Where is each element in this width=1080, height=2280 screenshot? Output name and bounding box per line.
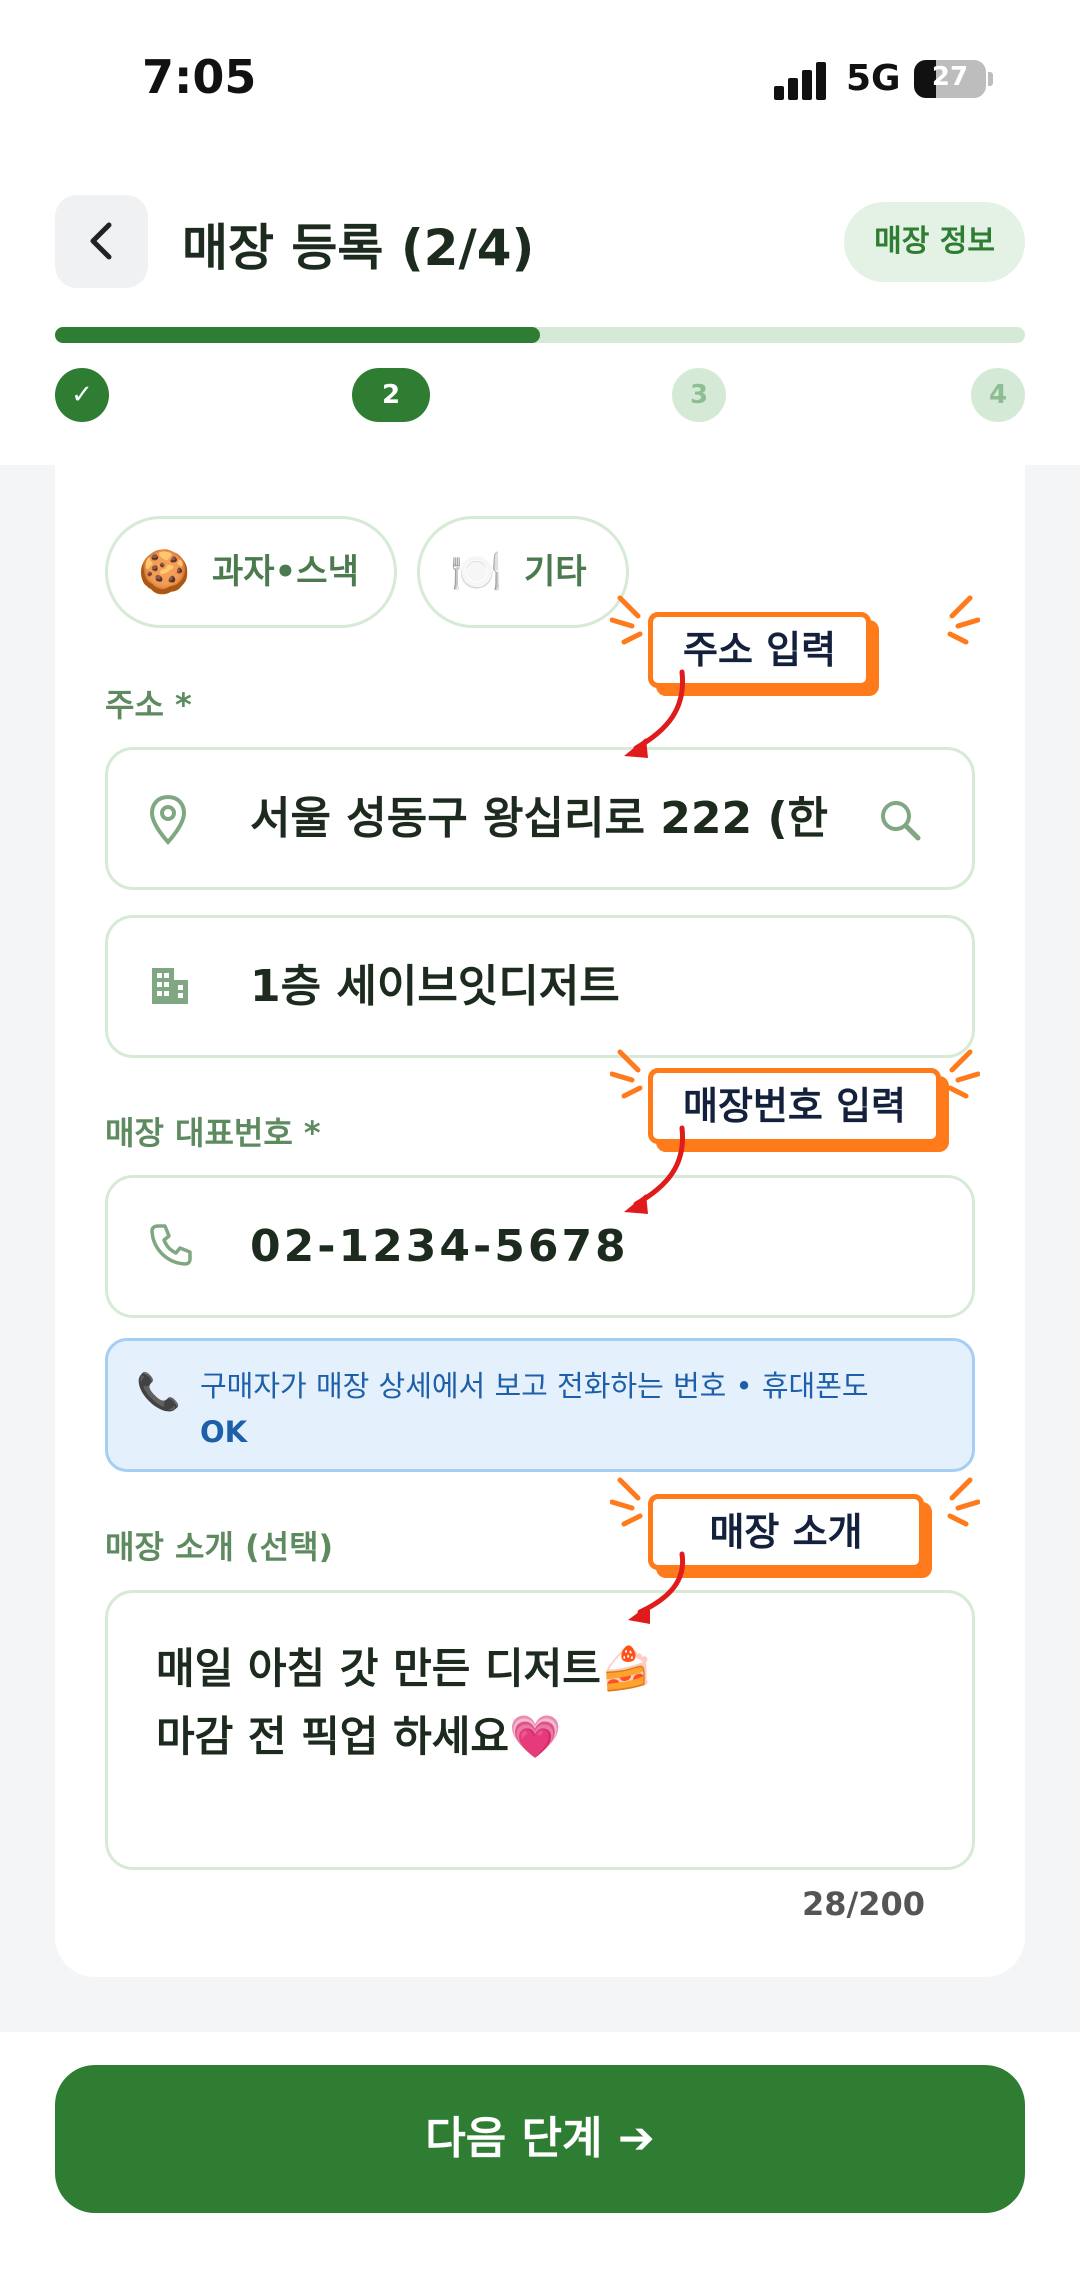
intro-line-2: 마감 전 픽업 하세요💗 [156, 1712, 562, 1761]
progress-fill [55, 327, 540, 343]
network-label: 5G [846, 58, 901, 99]
search-icon[interactable] [878, 798, 922, 842]
hint-message: 구매자가 매장 상세에서 보고 전화하는 번호 • 휴대폰도 [200, 1369, 869, 1403]
category-label: 과자•스낵 [212, 552, 359, 592]
step-2-active: 2 [352, 368, 430, 422]
arrow-phone [624, 1125, 686, 1214]
category-label: 기타 [524, 552, 587, 592]
back-button[interactable] [55, 195, 148, 288]
address-detail-value: 1층 세이브잇디저트 [250, 961, 620, 1012]
bottom-bar: 다음 단계 ➔ [0, 2032, 1080, 2280]
step-4: 4 [971, 368, 1025, 422]
next-step-button[interactable]: 다음 단계 ➔ [55, 2065, 1025, 2213]
telephone-icon: 📞 [136, 1372, 181, 1413]
battery-icon: 27 [914, 60, 986, 98]
address-detail-input[interactable]: 1층 세이브잇디저트 [105, 915, 975, 1058]
category-chip-snack[interactable]: 🍪 과자•스낵 [105, 516, 397, 628]
phone-label: 매장 대표번호 * [105, 1114, 321, 1152]
arrow-intro [628, 1551, 686, 1624]
battery-level: 27 [931, 62, 969, 92]
phone-icon [150, 1224, 192, 1266]
phone-hint: 📞 구매자가 매장 상세에서 보고 전화하는 번호 • 휴대폰도 OK [105, 1338, 975, 1472]
cookie-icon: 🍪 [138, 547, 191, 596]
intro-line-1: 매일 아침 갓 만든 디저트🍰 [156, 1644, 654, 1693]
signal-icon [774, 60, 830, 100]
progress-bar [55, 327, 1025, 343]
arrow-address [624, 669, 686, 758]
status-time: 7:05 [142, 50, 257, 104]
step-3: 3 [672, 368, 726, 422]
store-info-pill[interactable]: 매장 정보 [844, 202, 1025, 282]
plate-icon: 🍽️ [450, 547, 503, 596]
intro-label: 매장 소개 (선택) [105, 1528, 334, 1566]
phone-input[interactable]: 02-1234-5678 [105, 1175, 975, 1318]
step-1-done: ✓ [55, 368, 109, 422]
char-counter: 28/200 [801, 1885, 925, 1923]
hint-ok: OK [200, 1415, 248, 1449]
phone-value: 02-1234-5678 [250, 1221, 629, 1272]
intro-textarea[interactable]: 매일 아침 갓 만든 디저트🍰 마감 전 픽업 하세요💗 [105, 1590, 975, 1870]
address-label: 주소 * [105, 686, 192, 724]
header: 매장 등록 (2/4) 매장 정보 ✓ 2 3 4 [0, 160, 1080, 465]
category-chip-other[interactable]: 🍽️ 기타 [417, 516, 629, 628]
chevron-left-icon [90, 222, 112, 260]
page-title: 매장 등록 (2/4) [182, 219, 535, 277]
location-pin-icon [149, 794, 187, 845]
address-input[interactable]: 서울 성동구 왕십리로 222 (한 [105, 747, 975, 890]
callout-phone: 매장번호 입력 [648, 1068, 941, 1144]
status-bar: 7:05 5G 27 [0, 0, 1080, 160]
building-icon [152, 968, 188, 1004]
address-value: 서울 성동구 왕십리로 222 (한 [250, 793, 829, 844]
hint-text: 구매자가 매장 상세에서 보고 전화하는 번호 • 휴대폰도 OK [200, 1363, 940, 1455]
